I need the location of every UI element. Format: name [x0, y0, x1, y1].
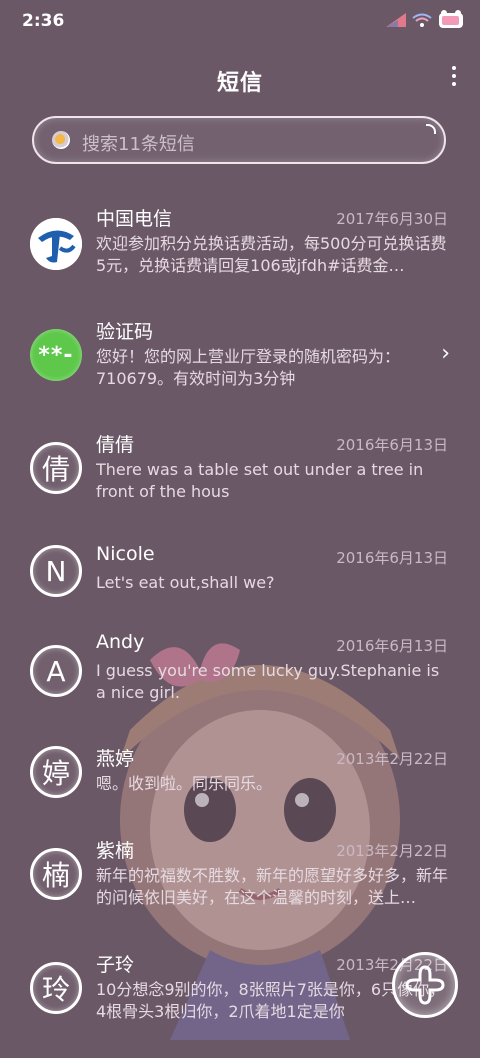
message-preview: 您好！您的网上营业厅登录的随机密码为：710679。有效时间为3分钟 [96, 347, 401, 388]
conversation-item[interactable]: 中国电信 2017年6月30日 欢迎参加积分兑换话费活动，每500分可兑换话费5… [0, 196, 480, 306]
contact-avatar: 楠 [30, 848, 82, 900]
message-date: 2016年6月13日 [336, 637, 448, 655]
contact-name: Nicole [96, 543, 155, 565]
compose-button[interactable] [392, 952, 458, 1018]
message-preview: There was a table set out under a tree i… [96, 460, 424, 501]
search-placeholder: 搜索11条短信 [82, 134, 195, 155]
message-date: 2013年2月22日 [336, 842, 448, 860]
conversation-item[interactable]: **- 验证码 您好！您的网上营业厅登录的随机密码为：710679。有效时间为3… [0, 309, 480, 419]
battery-icon [439, 10, 463, 28]
status-time: 2:36 [22, 11, 65, 31]
contact-avatar: N [30, 545, 82, 597]
app-header: 短信 [0, 52, 480, 108]
more-vert-icon[interactable] [450, 66, 458, 90]
message-preview: 欢迎参加积分兑换话费活动，每500分可兑换话费5元，兑换话费请回复106或jfd… [96, 234, 447, 275]
wifi-icon [412, 13, 432, 27]
telecom-logo-icon [30, 218, 82, 270]
verification-code-avatar: **- [30, 329, 82, 381]
contact-name: 中国电信 [96, 208, 173, 230]
glint-decoration [426, 124, 436, 134]
message-date: 2016年6月13日 [336, 436, 448, 454]
status-icons [386, 10, 466, 30]
plus-icon [405, 965, 445, 1005]
status-bar: 2:36 [0, 0, 480, 44]
contact-name: 紫楠 [96, 840, 135, 862]
contact-name: Andy [96, 631, 145, 653]
contact-name: 倩倩 [96, 434, 135, 456]
message-preview: I guess you're some lucky guy.Stephanie … [96, 661, 440, 702]
conversation-item[interactable]: A Andy 2016年6月13日 I guess you're some lu… [0, 627, 480, 737]
conversation-item[interactable]: 倩 倩倩 2016年6月13日 There was a table set ou… [0, 422, 480, 532]
search-icon [52, 131, 70, 149]
message-date: 2017年6月30日 [336, 210, 448, 228]
contact-name: 验证码 [96, 321, 154, 343]
message-date: 2016年6月13日 [336, 549, 448, 567]
contact-avatar: 玲 [30, 962, 82, 1014]
signal-icon [386, 13, 406, 27]
contact-name: 子玲 [96, 954, 135, 976]
contact-avatar: 婷 [30, 746, 82, 798]
page-title: 短信 [216, 71, 263, 96]
contact-avatar: A [30, 645, 82, 697]
contact-avatar: 倩 [30, 442, 82, 494]
search-input[interactable]: 搜索11条短信 [32, 116, 446, 164]
message-date: 2013年2月22日 [336, 750, 448, 768]
chevron-right-icon[interactable]: › [441, 341, 450, 366]
contact-name: 燕婷 [96, 748, 135, 770]
message-preview: 新年的祝福数不胜数，新年的愿望好多好多，新年的问候依旧美好，在这个温馨的时刻，送… [96, 866, 448, 907]
message-preview: Let's eat out,shall we? [96, 573, 275, 592]
message-preview: 嗯。收到啦。同乐同乐。 [96, 774, 273, 793]
conversation-item[interactable]: 楠 紫楠 2013年2月22日 新年的祝福数不胜数，新年的愿望好多好多，新年的问… [0, 834, 480, 944]
